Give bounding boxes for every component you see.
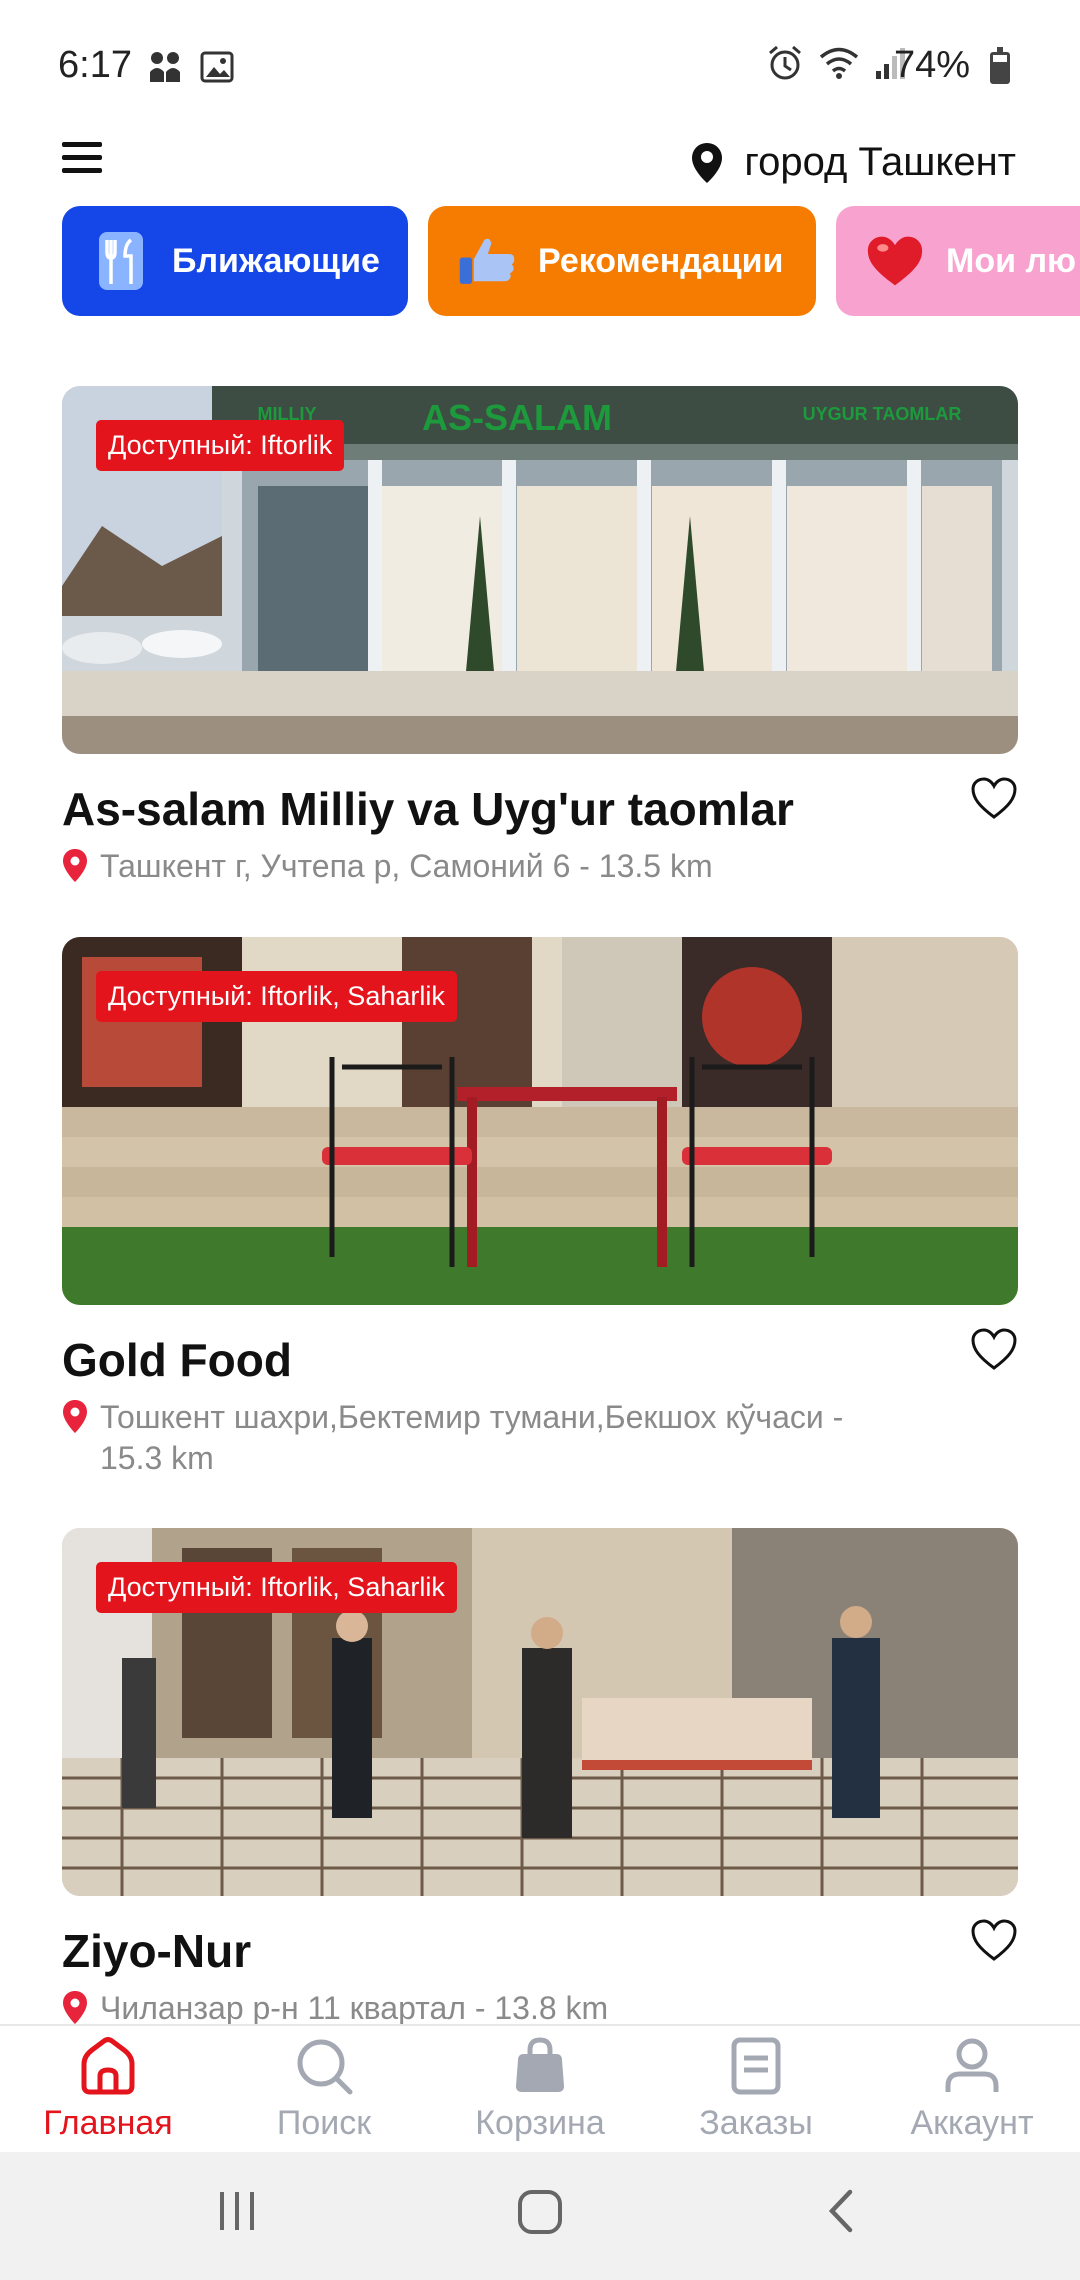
- battery-icon: [990, 47, 1010, 84]
- tab-home-label: Главная: [43, 2104, 173, 2142]
- tab-cart[interactable]: Корзина: [432, 2036, 648, 2143]
- location-selector[interactable]: город Ташкент: [690, 140, 1016, 185]
- restaurant-name: Gold Food: [62, 1334, 292, 1386]
- sign-right-text: UYGUR TAOMLAR: [803, 404, 962, 424]
- restaurant-card[interactable]: AS-SALAM MILLIY UYGUR TAOMLAR Доступный:…: [62, 386, 1018, 887]
- gallery-icon: [200, 51, 234, 83]
- tab-account-label: Аккаунт: [910, 2104, 1034, 2142]
- chip-recommendations-label: Рекомендации: [538, 241, 784, 280]
- wifi-icon: [819, 47, 859, 79]
- restaurant-address-text: Тошкент шахри,Бектемир тумани,Бекшох кўч…: [100, 1399, 844, 1476]
- tab-home[interactable]: Главная: [0, 2036, 216, 2143]
- status-time: 6:17: [58, 44, 132, 86]
- cutlery-icon: [92, 228, 150, 294]
- restaurant-photo[interactable]: Доступный: Iftorlik, Saharlik: [62, 1528, 1018, 1896]
- search-icon: [297, 2039, 353, 2095]
- restaurant-address: Ташкент г, Учтепа р, Самоний 6 - 13.5 km: [62, 846, 1018, 887]
- chip-favorites[interactable]: Мои лю: [836, 206, 1080, 316]
- category-chips: Ближающие Рекомендации Мои лю: [62, 206, 1080, 316]
- restaurant-card[interactable]: Доступный: Iftorlik, Saharlik Ziyo-Nur Ч…: [62, 1528, 1018, 2029]
- thumbs-up-icon: [458, 228, 516, 294]
- restaurant-name: As-salam Milliy va Uyg'ur taomlar: [62, 783, 794, 835]
- chip-favorites-label: Мои лю: [946, 241, 1077, 280]
- location-pin-icon: [63, 849, 87, 882]
- restaurant-address: Тошкент шахри,Бектемир тумани,Бекшох кўч…: [62, 1397, 1018, 1479]
- location-pin-icon: [63, 1991, 87, 2024]
- availability-badge: Доступный: Iftorlik, Saharlik: [96, 1562, 457, 1613]
- status-bar: 6:17 74%: [0, 0, 1080, 130]
- chip-nearby-label: Ближающие: [172, 241, 380, 280]
- availability-badge: Доступный: Iftorlik: [96, 420, 345, 471]
- availability-badge: Доступный: Iftorlik, Saharlik: [96, 971, 457, 1022]
- tab-cart-label: Корзина: [475, 2104, 605, 2142]
- status-right-icons: [766, 44, 910, 82]
- location-pin-icon: [692, 142, 723, 183]
- heart-icon: [866, 228, 924, 294]
- status-left-icons: [148, 50, 234, 84]
- tab-account[interactable]: Аккаунт: [864, 2036, 1080, 2143]
- account-icon: [945, 2038, 999, 2092]
- restaurant-card[interactable]: Доступный: Iftorlik, Saharlik Gold Food …: [62, 937, 1018, 1479]
- restaurant-photo[interactable]: Доступный: Iftorlik, Saharlik: [62, 937, 1018, 1305]
- tab-orders-label: Заказы: [699, 2104, 813, 2142]
- sign-text: AS-SALAM: [422, 397, 612, 438]
- restaurant-photo[interactable]: AS-SALAM MILLIY UYGUR TAOMLAR Доступный:…: [62, 386, 1018, 754]
- recent-apps-icon[interactable]: [214, 2188, 260, 2234]
- restaurant-address-text: Чиланзар р-н 11 квартал - 13.8 km: [100, 1990, 609, 2026]
- back-icon[interactable]: [822, 2188, 862, 2234]
- favorite-heart-icon[interactable]: [970, 1327, 1018, 1371]
- chip-recommendations[interactable]: Рекомендации: [428, 206, 816, 316]
- bag-icon: [516, 2037, 564, 2092]
- restaurant-address: Чиланзар р-н 11 квартал - 13.8 km: [62, 1988, 1018, 2029]
- battery-percent: 74%: [893, 44, 970, 86]
- favorite-heart-icon[interactable]: [970, 1918, 1018, 1962]
- app-header: город Ташкент: [0, 130, 1080, 210]
- system-navigation-bar: [0, 2152, 1080, 2280]
- home-nav-icon[interactable]: [516, 2188, 564, 2236]
- chip-nearby[interactable]: Ближающие: [62, 206, 408, 316]
- home-icon: [81, 2037, 135, 2095]
- restaurant-name: Ziyo-Nur: [62, 1925, 252, 1977]
- people-icon: [150, 52, 180, 82]
- tab-search-label: Поиск: [276, 2104, 372, 2142]
- alarm-icon: [769, 45, 801, 80]
- bottom-tab-bar: Главная Поиск Корзина Заказы Аккаунт: [0, 2024, 1080, 2152]
- location-pin-icon: [63, 1400, 87, 1433]
- location-label: город Ташкент: [744, 140, 1016, 184]
- tab-orders[interactable]: Заказы: [648, 2036, 864, 2143]
- restaurant-address-text: Ташкент г, Учтепа р, Самоний 6 - 13.5 km: [100, 848, 713, 884]
- orders-icon: [731, 2037, 781, 2095]
- favorite-heart-icon[interactable]: [970, 776, 1018, 820]
- tab-search[interactable]: Поиск: [216, 2036, 432, 2143]
- menu-button[interactable]: [62, 142, 102, 174]
